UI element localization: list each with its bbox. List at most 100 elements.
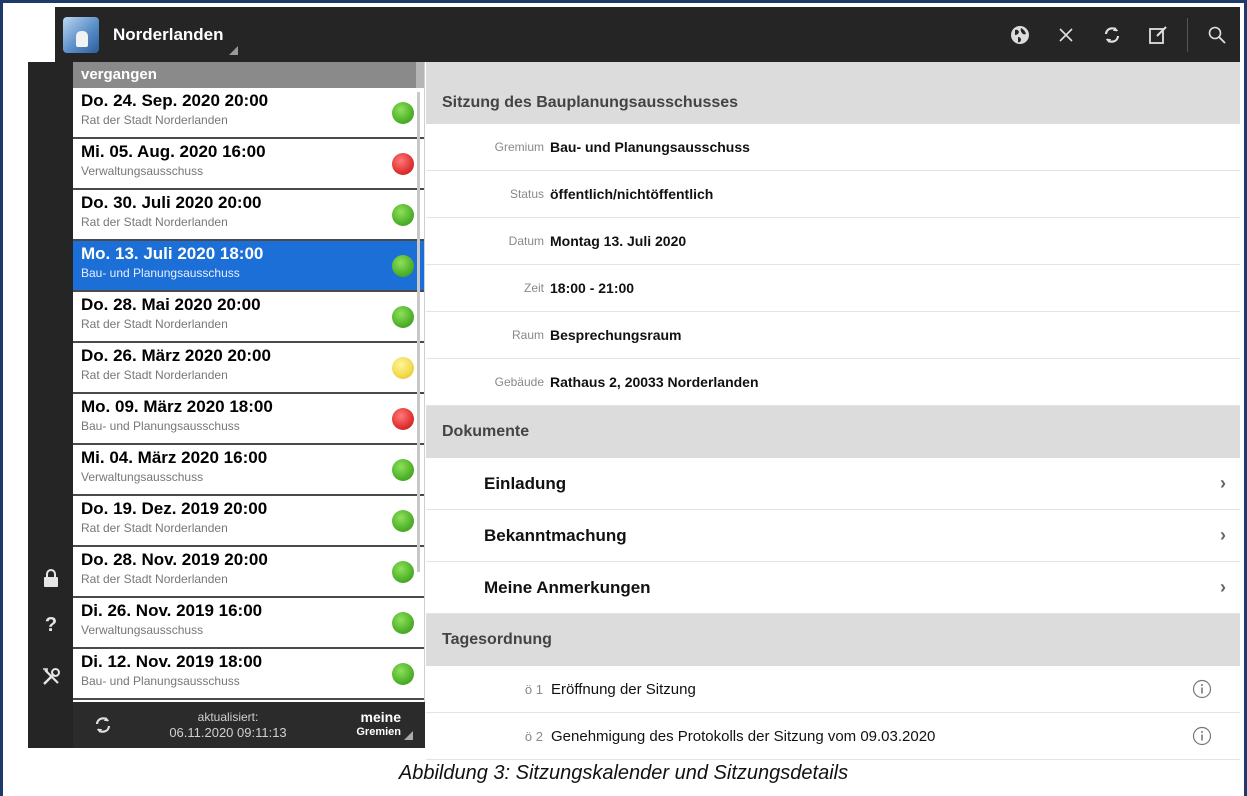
detail-row: Zeit 18:00 - 21:00	[426, 265, 1240, 312]
toolbar-actions	[997, 7, 1240, 62]
close-icon[interactable]	[1043, 7, 1089, 62]
status-green-icon	[392, 255, 414, 277]
chevron-right-icon: ›	[1220, 473, 1226, 493]
info-icon[interactable]	[1192, 726, 1212, 746]
status-red-icon	[392, 408, 414, 430]
meeting-body: Rat der Stadt Norderlanden	[81, 113, 228, 127]
meeting-fields: Gremium Bau- und Planungsausschuss Status ö…	[426, 124, 1240, 406]
search-icon[interactable]	[1194, 7, 1240, 62]
detail-label: Status	[509, 187, 544, 201]
meeting-body: Rat der Stadt Norderlanden	[81, 368, 228, 382]
gremien-filter-button[interactable]: meine Gremien	[356, 710, 413, 740]
agenda-title: Genehmigung des Protokolls der Sitzung v…	[551, 727, 936, 745]
list-header: vergangen	[73, 62, 424, 88]
last-updated: aktualisiert: 06.11.2020 09:11:13	[133, 709, 323, 741]
agenda-number: ö 1	[524, 681, 543, 697]
meeting-body: Bau- und Planungsausschuss	[81, 674, 240, 688]
detail-value: Rathaus 2, 20033 Norderlanden	[550, 374, 759, 390]
detail-row: Datum Montag 13. Juli 2020	[426, 218, 1240, 265]
meeting-body: Rat der Stadt Norderlanden	[81, 521, 228, 535]
meeting-list-item[interactable]: Do. 24. Sep. 2020 20:00 Rat der Stadt Nor…	[73, 88, 424, 139]
meeting-list-item[interactable]: Mi. 04. März 2020 16:00 Verwaltungsaussch…	[73, 445, 424, 496]
meeting-title: Sitzung des Bauplanungsausschusses	[426, 62, 1240, 124]
detail-label: Raum	[511, 328, 544, 342]
status-yellow-icon	[392, 357, 414, 379]
tools-icon[interactable]	[28, 666, 73, 688]
meeting-list-item[interactable]: Di. 26. Nov. 2019 16:00 Verwaltungsaussch…	[73, 598, 424, 649]
documents-header: Dokumente	[426, 406, 1240, 458]
meeting-body: Verwaltungsausschuss	[81, 470, 204, 484]
top-bar: Norderlanden	[55, 7, 1240, 62]
gremien-filter-line1: meine	[360, 709, 401, 725]
app-title: Norderlanden	[113, 24, 224, 44]
meeting-date: Mi. 04. März 2020 16:00	[81, 448, 268, 467]
lock-icon[interactable]	[28, 568, 73, 588]
meeting-list-item[interactable]: Do. 19. Dez. 2019 20:00 Rat der Stadt Nor…	[73, 496, 424, 547]
meeting-body: Bau- und Planungsausschuss	[81, 266, 240, 280]
meeting-list-item[interactable]: Mi. 05. Aug. 2020 16:00 Verwaltungsaussch…	[73, 139, 424, 190]
figure-caption: Abbildung 3: Sitzungskalender und Sitzun…	[398, 762, 849, 784]
agenda-list: ö 1 Eröffnung der Sitzung ö 2 Genehmigung d…	[426, 666, 1240, 760]
status-green-icon	[392, 204, 414, 226]
meeting-body: Rat der Stadt Norderlanden	[81, 317, 228, 331]
meeting-list-item[interactable]: Mo. 13. Juli 2020 18:00 Bau- und Planungs…	[73, 241, 424, 292]
status-green-icon	[392, 561, 414, 583]
meeting-date: Do. 26. März 2020 20:00	[81, 346, 271, 365]
agenda-item[interactable]: ö 1 Eröffnung der Sitzung	[426, 666, 1240, 713]
detail-value: 18:00 - 21:00	[550, 280, 635, 296]
list-scrollbar[interactable]	[417, 92, 420, 572]
updated-value: 06.11.2020 09:11:13	[169, 725, 287, 740]
status-green-icon	[392, 663, 414, 685]
list-refresh-icon[interactable]	[73, 714, 133, 736]
document-label: Einladung	[484, 473, 567, 493]
detail-row: Gebäude Rathaus 2, 20033 Norderlanden	[426, 359, 1240, 406]
app-title-dropdown[interactable]: Norderlanden	[113, 24, 242, 55]
status-green-icon	[392, 510, 414, 532]
meeting-body: Rat der Stadt Norderlanden	[81, 215, 228, 229]
status-red-icon	[392, 153, 414, 175]
meeting-body: Verwaltungsausschuss	[81, 164, 204, 178]
meeting-list-panel: vergangen Do. 24. Sep. 2020 20:00 Rat der…	[73, 62, 425, 748]
document-item[interactable]: Meine Anmerkungen ›	[426, 562, 1240, 614]
dropdown-corner-icon	[228, 45, 238, 55]
detail-row: Gremium Bau- und Planungsausschuss	[426, 124, 1240, 171]
status-green-icon	[392, 612, 414, 634]
document-item[interactable]: Bekanntmachung ›	[426, 510, 1240, 562]
chevron-right-icon: ›	[1220, 577, 1226, 597]
meeting-date: Do. 28. Nov. 2019 20:00	[81, 550, 268, 569]
chevron-right-icon: ›	[1220, 525, 1226, 545]
agenda-item[interactable]: ö 2 Genehmigung des Protokolls der Sitzun…	[426, 713, 1240, 760]
dropdown-corner-icon	[404, 731, 413, 740]
detail-value: Montag 13. Juli 2020	[550, 233, 687, 249]
list-footer: aktualisiert: 06.11.2020 09:11:13 meine …	[73, 702, 425, 748]
detail-value: Besprechungsraum	[550, 327, 682, 343]
meeting-body: Rat der Stadt Norderlanden	[81, 572, 228, 586]
document-item[interactable]: Einladung ›	[426, 458, 1240, 510]
info-icon[interactable]	[1192, 679, 1212, 699]
status-green-icon	[392, 306, 414, 328]
meeting-date: Mo. 13. Juli 2020 18:00	[81, 244, 264, 263]
svg-text:?: ?	[44, 614, 56, 635]
detail-row: Raum Besprechungsraum	[426, 312, 1240, 359]
refresh-icon[interactable]	[1089, 7, 1135, 62]
detail-label: Gebäude	[494, 375, 544, 389]
detail-label: Gremium	[494, 140, 544, 154]
help-icon[interactable]: ?	[28, 613, 73, 635]
meeting-list-item[interactable]: Do. 28. Nov. 2019 20:00 Rat der Stadt Nor…	[73, 547, 424, 598]
meeting-list-item[interactable]: Do. 28. Mai 2020 20:00 Rat der Stadt Nord…	[73, 292, 424, 343]
detail-label: Datum	[508, 234, 544, 248]
side-rail: ?	[28, 62, 73, 748]
detail-row: Status öffentlich/nichtöffentlich	[426, 171, 1240, 218]
globe-icon[interactable]	[997, 7, 1043, 62]
meeting-date: Di. 26. Nov. 2019 16:00	[81, 601, 263, 620]
meeting-list-item[interactable]: Do. 26. März 2020 20:00 Rat der Stadt Nor…	[73, 343, 424, 394]
meeting-date: Do. 30. Juli 2020 20:00	[81, 193, 262, 212]
meeting-list-item[interactable]: Do. 30. Juli 2020 20:00 Rat der Stadt Nor…	[73, 190, 424, 241]
meeting-date: Do. 28. Mai 2020 20:00	[81, 295, 261, 314]
detail-value: Bau- und Planungsausschuss	[550, 139, 750, 155]
status-green-icon	[392, 459, 414, 481]
meeting-list-item[interactable]: Mo. 09. März 2020 18:00 Bau- und Planungs…	[73, 394, 424, 445]
edit-icon[interactable]	[1135, 7, 1181, 62]
meeting-detail-panel: Sitzung des Bauplanungsausschusses Gremi…	[426, 62, 1240, 760]
meeting-list-item[interactable]: Di. 12. Nov. 2019 18:00 Bau- und Planungs…	[73, 649, 424, 700]
